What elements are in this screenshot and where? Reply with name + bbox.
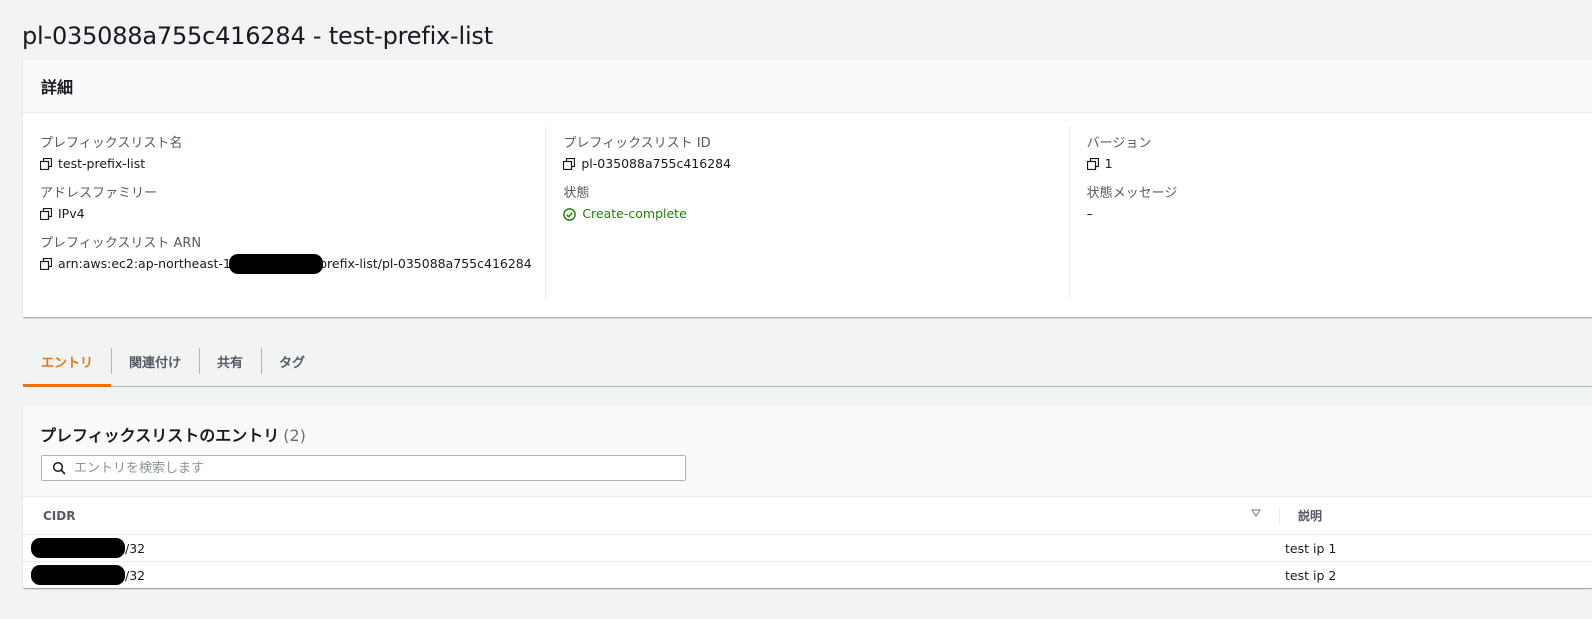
- status-success-icon: [563, 207, 577, 221]
- field-address-family: アドレスファミリー IPv4: [40, 184, 545, 224]
- field-label: プレフィックスリスト ID: [563, 136, 711, 151]
- description-cell: test ip 2: [1285, 567, 1337, 583]
- search-input[interactable]: [72, 459, 685, 477]
- field-label: バージョン: [1086, 136, 1152, 151]
- table-header: CIDR 説明: [23, 497, 1592, 535]
- column-header-cidr-label: CIDR: [43, 508, 76, 523]
- details-column-2: プレフィックスリスト ID pl-035088a755c416284 状態 Cr…: [545, 126, 1068, 299]
- details-column-1: プレフィックスリスト名 test-prefix-list アドレスファミリー I…: [23, 126, 545, 299]
- tab-associations[interactable]: 関連付け: [111, 336, 199, 386]
- search-icon: [52, 461, 66, 475]
- tab-tags[interactable]: タグ: [261, 336, 323, 386]
- redacted-account-id: [229, 254, 324, 274]
- field-version: バージョン 1: [1086, 134, 1592, 174]
- state-message-value: –: [1086, 206, 1093, 221]
- copy-icon[interactable]: [40, 158, 52, 170]
- prefix-list-name-value: test-prefix-list: [58, 156, 146, 171]
- column-header-description-label: 説明: [1298, 509, 1323, 523]
- field-state-message: 状態メッセージ –: [1087, 184, 1592, 224]
- arn-value-prefix: arn:aws:ec2:ap-northeast-1:: [58, 256, 236, 271]
- entries-panel: プレフィックスリストのエントリ(2) CIDR 説明 /32 test ip 1…: [23, 406, 1592, 588]
- table-row: /32 test ip 1: [23, 535, 1592, 562]
- tab-sharing[interactable]: 共有: [199, 336, 261, 386]
- sort-icon[interactable]: [1251, 508, 1261, 518]
- tab-entries[interactable]: エントリ: [23, 336, 112, 387]
- copy-icon[interactable]: [563, 158, 576, 170]
- column-header-description[interactable]: 説明: [1279, 506, 1323, 525]
- address-family-value: IPv4: [58, 206, 85, 221]
- table-row: /32 test ip 2: [23, 562, 1592, 588]
- redacted-ip: [31, 538, 125, 558]
- entries-title-text: プレフィックスリストのエントリ: [40, 426, 280, 445]
- field-state: 状態 Create-complete: [563, 184, 1068, 224]
- copy-icon[interactable]: [40, 208, 52, 220]
- state-value: Create-complete: [582, 206, 687, 221]
- page-title: pl-035088a755c416284 - test-prefix-list: [22, 22, 493, 51]
- details-header: 詳細: [23, 60, 1592, 113]
- field-prefix-list-id: プレフィックスリスト ID pl-035088a755c416284: [563, 134, 1068, 174]
- details-column-3: バージョン 1 状態メッセージ –: [1068, 126, 1592, 299]
- field-label: アドレスファミリー: [40, 186, 158, 201]
- field-prefix-list-arn: プレフィックスリスト ARN arn:aws:ec2:ap-northeast-…: [40, 234, 545, 274]
- field-label: 状態: [563, 186, 590, 201]
- tab-bar: エントリ 関連付け 共有 タグ: [23, 336, 1592, 387]
- field-prefix-list-name: プレフィックスリスト名 test-prefix-list: [40, 134, 545, 174]
- cidr-suffix: /32: [125, 540, 146, 556]
- version-value: 1: [1104, 156, 1113, 171]
- description-cell: test ip 1: [1285, 540, 1337, 556]
- entries-title: プレフィックスリストのエントリ (2): [40, 422, 306, 446]
- column-header-cidr[interactable]: CIDR: [23, 509, 1279, 523]
- details-panel: 詳細 プレフィックスリスト名 test-prefix-list アドレスファミリ…: [23, 60, 1592, 317]
- entries-count: (2): [283, 426, 306, 445]
- field-label: プレフィックスリスト名: [40, 136, 183, 151]
- copy-icon[interactable]: [40, 258, 52, 270]
- redacted-ip: [31, 565, 125, 585]
- cidr-suffix: /32: [125, 567, 146, 583]
- arn-value-suffix: prefix-list/pl-035088a755c416284: [319, 256, 532, 271]
- prefix-list-id-value: pl-035088a755c416284: [581, 156, 732, 171]
- search-box: [41, 455, 686, 481]
- copy-icon[interactable]: [1086, 158, 1099, 170]
- field-label: プレフィックスリスト ARN: [40, 236, 202, 251]
- field-label: 状態メッセージ: [1086, 186, 1178, 201]
